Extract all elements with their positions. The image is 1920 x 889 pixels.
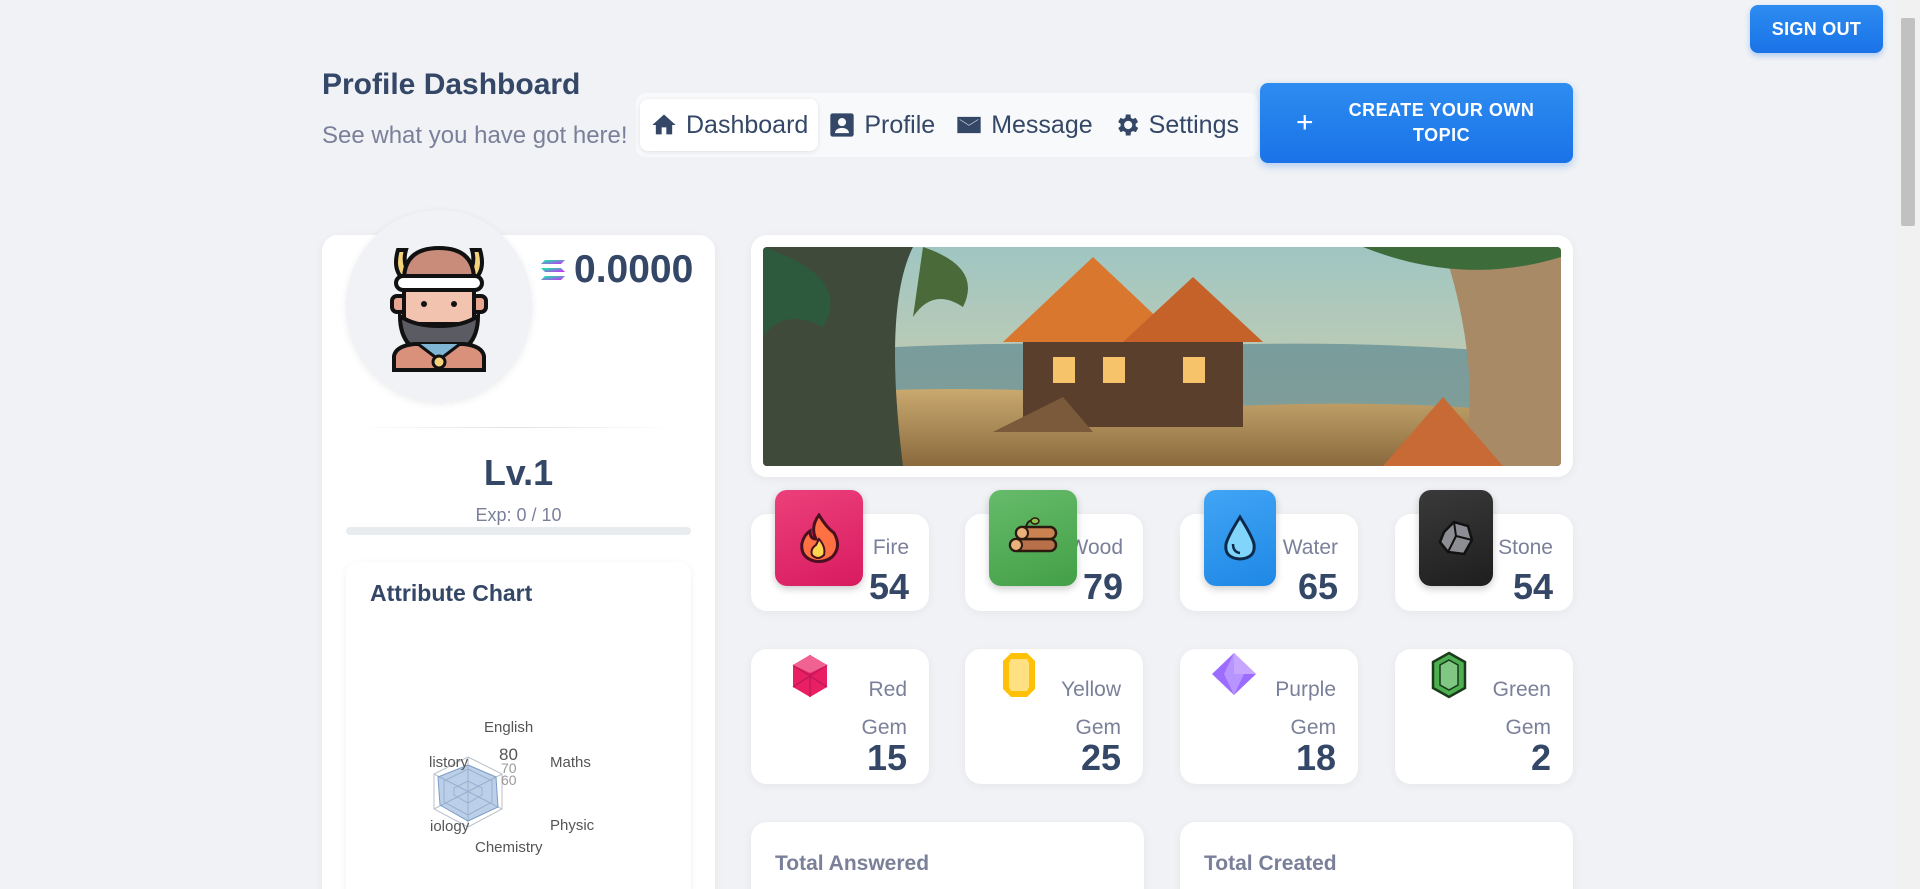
gem-label: Purple Gem [1275,678,1336,739]
stone-icon [1419,490,1493,586]
gem-card-purple: Purple Gem 18 [1180,649,1358,784]
gem-label: Yellow Gem [1061,678,1121,739]
tab-message[interactable]: Message [945,99,1102,151]
tab-dashboard[interactable]: Dashboard [640,99,819,151]
water-drop-icon [1204,490,1276,586]
attribute-chart-title: Attribute Chart [370,580,533,606]
gem-label: Green Gem [1492,678,1551,739]
page-scrollbar[interactable] [1896,0,1920,889]
level-label: Lv.1 [483,452,554,493]
create-topic-button[interactable]: + CREATE YOUR OWN TOPIC [1260,83,1573,163]
wood-logs-icon [989,490,1077,586]
tab-message-label: Message [991,110,1093,139]
gem-value: 18 [1295,737,1336,778]
attribute-chart-card: Attribute Chart English Maths Physic Che… [346,562,691,889]
radar-axis-history: listory [429,754,469,771]
avatar [346,210,532,402]
tab-profile[interactable]: Profile [818,99,945,151]
tab-settings[interactable]: Settings [1103,99,1249,151]
radar-axis-english: English [484,719,534,736]
plus-icon: + [1296,106,1314,139]
gem-value: 25 [1080,737,1121,778]
page-subtitle: See what you have got here! [322,122,628,149]
gem-value: 2 [1530,737,1551,778]
solana-icon [541,260,565,280]
red-gem-icon [792,655,828,697]
radar-axis-maths: Maths [550,754,591,771]
radar-axis-biology: iology [430,818,470,835]
gem-card-green: Green Gem 2 [1395,649,1573,784]
tab-settings-label: Settings [1148,110,1239,139]
tab-dashboard-label: Dashboard [686,110,809,139]
gear-icon [1117,114,1138,136]
banner-card [751,235,1573,477]
resource-label: Fire [872,536,909,559]
scrollbar-thumb[interactable] [1901,18,1915,226]
resource-value: 65 [1297,566,1338,607]
gem-label: Red Gem [861,678,907,739]
fire-icon [775,490,863,586]
radar-scale-60: 60 [501,772,517,788]
total-created-label: Total Created [1204,852,1337,875]
resource-value: 54 [868,566,909,607]
nav-tabs: Dashboard Profile Message Settings [636,93,1258,157]
balance-value: 0.0000 [574,248,694,291]
exp-label: Exp: 0 / 10 [475,505,562,525]
sign-out-button[interactable]: SIGN OUT [1750,5,1883,53]
mail-icon [957,116,981,134]
radar-axis-chemistry: Chemistry [475,839,543,856]
gem-card-red: Red Gem 15 [751,649,929,784]
gem-card-yellow: Yellow Gem 25 [965,649,1143,784]
banner-image [763,247,1561,466]
total-answered-card: Total Answered [751,822,1144,889]
create-topic-label: CREATE YOUR OWN TOPIC [1348,100,1535,145]
resource-label: Stone [1498,536,1553,559]
divider [355,427,675,428]
radar-axis-physic: Physic [550,817,595,834]
gem-value: 15 [866,737,907,778]
exp-progress-bar [346,527,691,535]
profile-card-icon [830,113,854,137]
total-created-card: Total Created [1180,822,1573,889]
green-gem-icon [1431,651,1467,699]
total-answered-label: Total Answered [775,852,930,875]
viking-avatar-icon [390,245,488,372]
page-title: Profile Dashboard [322,68,581,101]
tab-profile-label: Profile [864,110,936,139]
home-icon [652,114,676,135]
resource-value: 54 [1512,566,1553,607]
resource-value: 79 [1082,566,1123,607]
resource-label: Water [1282,536,1338,559]
purple-gem-icon [1212,653,1256,695]
yellow-gem-icon [1003,653,1035,697]
balance: 0.0000 [540,248,693,292]
